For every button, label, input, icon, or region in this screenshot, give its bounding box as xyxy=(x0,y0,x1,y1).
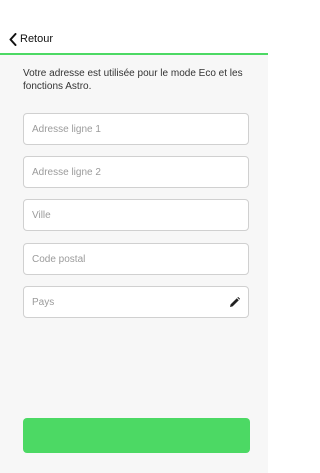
navigation-bar: Retour xyxy=(0,0,268,55)
city-field[interactable] xyxy=(23,199,249,231)
address-line-1-input[interactable] xyxy=(24,114,248,144)
city-input[interactable] xyxy=(24,200,248,230)
postal-code-field[interactable] xyxy=(23,243,249,275)
chevron-left-icon xyxy=(9,32,17,46)
address-line-2-input[interactable] xyxy=(24,157,248,187)
country-input[interactable] xyxy=(24,287,248,317)
address-settings-screen: Retour Votre adresse est utilisée pour l… xyxy=(0,0,268,473)
address-usage-info: Votre adresse est utilisée pour le mode … xyxy=(23,68,243,92)
country-field[interactable] xyxy=(23,286,249,318)
postal-code-input[interactable] xyxy=(24,244,248,274)
submit-button[interactable] xyxy=(23,418,250,453)
address-line-1-field[interactable] xyxy=(23,113,249,145)
back-button[interactable]: Retour xyxy=(9,31,53,47)
pencil-icon[interactable] xyxy=(229,297,240,308)
address-line-2-field[interactable] xyxy=(23,156,249,188)
back-label: Retour xyxy=(20,33,54,45)
